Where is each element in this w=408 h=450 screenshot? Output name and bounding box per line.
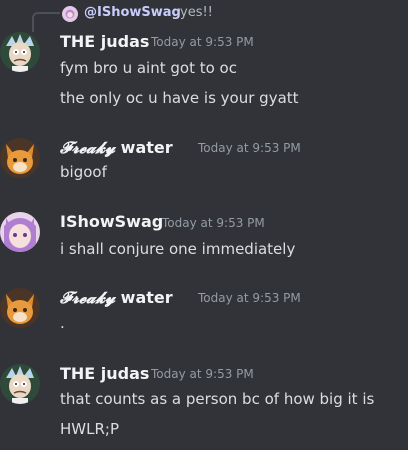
message-author[interactable]: THE judas [60,32,149,51]
message-text: the only oc u have is your gyatt [60,89,299,107]
rick-avatar-icon [0,364,40,404]
message-timestamp: Today at 9:53 PM [198,291,301,305]
anime-girl-avatar-icon [62,6,78,22]
avatar[interactable] [0,364,40,404]
avatar[interactable] [0,288,40,328]
message-author[interactable]: 𝓕𝓻𝓮𝓪𝓴𝔂 water [60,138,173,158]
message-timestamp: Today at 9:53 PM [151,35,254,49]
message-timestamp: Today at 9:53 PM [151,367,254,381]
message-author[interactable]: THE judas [60,364,149,383]
message-text: . [60,314,65,332]
reply-username[interactable]: @IShowSwag [84,5,181,20]
rick-avatar-icon [0,32,40,72]
author-stylized: 𝓕𝓻𝓮𝓪𝓴𝔂 [60,138,116,157]
avatar[interactable] [0,212,40,252]
message-author[interactable]: IShowSwag [60,212,163,231]
message-text: bigoof [60,163,107,181]
avatar[interactable] [0,138,40,178]
message-text: i shall conjure one immediately [60,240,296,258]
author-plain: water [120,138,173,157]
orange-fox-avatar-icon [0,288,40,328]
message-timestamp: Today at 9:53 PM [162,216,265,230]
reply-connector [32,12,60,32]
avatar[interactable] [0,32,40,72]
message-timestamp: Today at 9:53 PM [198,141,301,155]
anime-girl-avatar-icon [0,212,40,252]
orange-fox-avatar-icon [0,138,40,178]
message-text: HWLR;P [60,420,119,438]
reply-text[interactable]: yes!! [180,5,213,20]
message-text: that counts as a person bc of how big it… [60,390,375,408]
message-text: fym bro u aint got to oc [60,59,237,77]
message-author[interactable]: 𝓕𝓻𝓮𝓪𝓴𝔂 water [60,288,173,308]
reply-avatar[interactable] [62,6,78,22]
author-plain: water [120,288,173,307]
author-stylized: 𝓕𝓻𝓮𝓪𝓴𝔂 [60,288,116,307]
